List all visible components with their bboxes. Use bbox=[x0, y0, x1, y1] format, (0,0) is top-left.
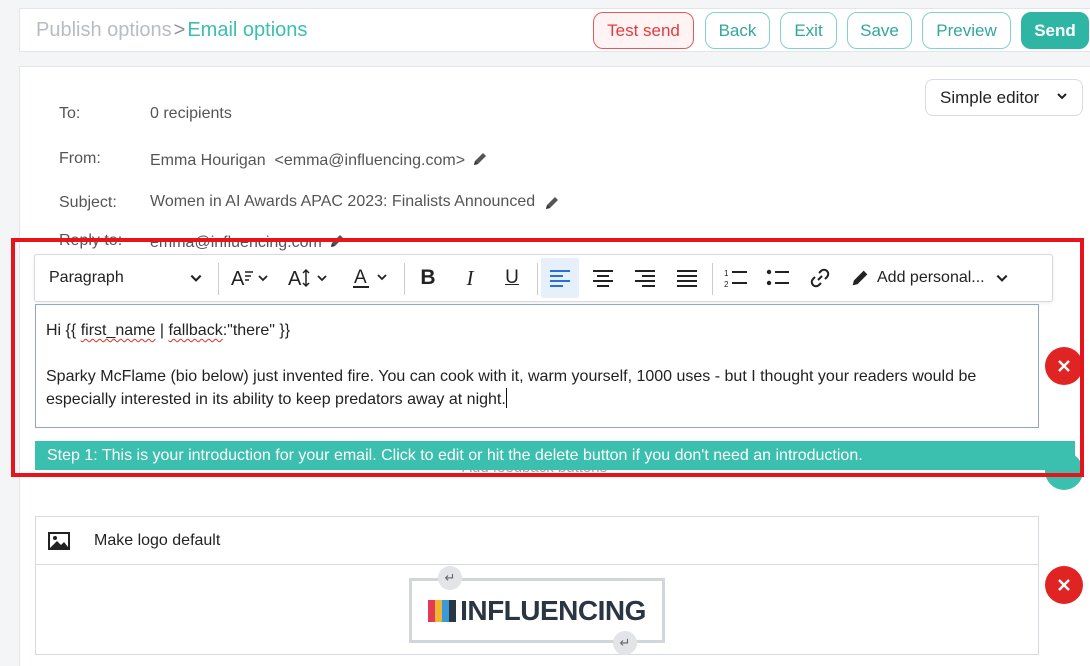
close-icon bbox=[1058, 360, 1070, 372]
header-bar: Publish options > Email options Test send … bbox=[19, 8, 1090, 52]
breadcrumb: Publish options > Email options bbox=[36, 17, 307, 43]
greeting-variable: first_name bbox=[80, 322, 156, 339]
svg-text:1: 1 bbox=[724, 269, 729, 278]
return-arrow-icon[interactable]: ↵ bbox=[613, 631, 637, 655]
greeting-line: Hi {{ first_name | fallback:"there" }} bbox=[46, 319, 1028, 342]
breadcrumb-current: Email options bbox=[187, 19, 308, 41]
svg-text:A: A bbox=[288, 268, 302, 290]
logo-block-header[interactable]: Make logo default bbox=[36, 517, 1038, 565]
greeting-prefix: Hi {{ bbox=[46, 322, 81, 339]
font-size-dropdown[interactable]: A bbox=[225, 255, 277, 301]
bullet-list-button[interactable] bbox=[761, 255, 795, 301]
svg-text:2: 2 bbox=[724, 280, 729, 288]
align-right-button[interactable] bbox=[628, 255, 662, 301]
save-button[interactable]: Save bbox=[847, 12, 912, 49]
editor-mode-label: Simple editor bbox=[940, 88, 1040, 107]
logo-wordmark: INFLUENCING bbox=[460, 594, 646, 626]
italic-button[interactable]: I bbox=[455, 255, 485, 301]
subject-row: Women in AI Awards APAC 2023: Finalists … bbox=[150, 193, 561, 212]
logo-block: Make logo default INFLUENCING ↵ ↵ bbox=[35, 516, 1039, 655]
svg-text:A: A bbox=[354, 267, 367, 288]
delete-introduction-button[interactable] bbox=[1045, 347, 1083, 385]
subject-value: Women in AI Awards APAC 2023: Finalists … bbox=[150, 193, 536, 210]
test-send-button[interactable]: Test send bbox=[593, 12, 694, 49]
preview-button[interactable]: Preview bbox=[922, 12, 1011, 49]
image-icon bbox=[48, 531, 70, 550]
make-logo-default-label: Make logo default bbox=[94, 531, 221, 549]
body-paragraph: Sparky McFlame (bio below) just invented… bbox=[46, 365, 1028, 411]
body-text: Sparky McFlame (bio below) just invented… bbox=[46, 368, 977, 408]
text-color-dropdown[interactable]: A bbox=[347, 255, 397, 301]
send-button[interactable]: Send bbox=[1021, 12, 1089, 49]
rich-text-toolbar: Paragraph A A A B I U 12 Add personal... bbox=[34, 254, 1053, 302]
close-icon bbox=[1058, 579, 1070, 591]
pencil-icon bbox=[852, 270, 868, 286]
editor-mode-dropdown[interactable]: Simple editor bbox=[925, 79, 1083, 116]
replyto-value: emma@influencing.com bbox=[150, 234, 322, 251]
from-label: From: bbox=[59, 150, 101, 167]
bullet-list-icon bbox=[766, 269, 789, 286]
breadcrumb-separator: > bbox=[173, 19, 186, 41]
greeting-fallback: fallback bbox=[168, 322, 223, 339]
align-left-button[interactable] bbox=[541, 258, 579, 298]
breadcrumb-parent[interactable]: Publish options bbox=[36, 19, 172, 41]
align-justify-button[interactable] bbox=[670, 255, 704, 301]
replyto-row: emma@influencing.com bbox=[150, 232, 346, 252]
bold-button[interactable]: B bbox=[413, 255, 443, 301]
step-1-banner: Step 1: This is your introduction for yo… bbox=[35, 441, 1075, 470]
underline-button[interactable]: U bbox=[497, 255, 527, 301]
text-color-icon: A bbox=[353, 267, 387, 288]
greeting-pipe: | bbox=[155, 322, 169, 339]
edit-subject-pencil-icon[interactable] bbox=[543, 194, 561, 212]
chevron-down-icon bbox=[996, 274, 1008, 282]
chevron-down-icon bbox=[1056, 80, 1068, 115]
exit-button[interactable]: Exit bbox=[780, 12, 837, 49]
edit-from-pencil-icon[interactable] bbox=[471, 150, 489, 168]
greeting-suffix: :"there" }} bbox=[222, 322, 291, 339]
chevron-down-icon bbox=[190, 274, 202, 282]
align-left-icon bbox=[550, 270, 570, 287]
numbered-list-button[interactable]: 12 bbox=[719, 255, 753, 301]
text-caret bbox=[505, 388, 507, 408]
to-label: To: bbox=[59, 105, 81, 122]
insert-link-button[interactable] bbox=[803, 255, 837, 301]
introduction-editor[interactable]: Hi {{ first_name | fallback:"there" }} S… bbox=[35, 304, 1039, 428]
block-format-dropdown[interactable]: Paragraph bbox=[49, 255, 209, 301]
from-value: Emma Hourigan <emma@influencing.com> bbox=[150, 152, 466, 169]
line-height-icon: A bbox=[288, 268, 327, 290]
to-value[interactable]: 0 recipients bbox=[150, 105, 232, 123]
subject-label: Subject: bbox=[59, 194, 117, 211]
logo-mark-icon bbox=[428, 599, 457, 622]
align-justify-icon bbox=[677, 270, 697, 287]
from-row: Emma Hourigan <emma@influencing.com> bbox=[150, 150, 489, 170]
add-personalization-dropdown[interactable]: Add personal... bbox=[849, 255, 1019, 301]
email-options-panel: Simple editor To: 0 recipients From: Emm… bbox=[19, 66, 1090, 666]
align-center-icon bbox=[593, 270, 613, 287]
add-personalization-label: Add personal... bbox=[877, 269, 985, 286]
return-arrow-icon[interactable]: ↵ bbox=[438, 566, 462, 590]
add-feedback-button[interactable] bbox=[1045, 452, 1083, 490]
delete-logo-button[interactable] bbox=[1045, 566, 1083, 604]
align-center-button[interactable] bbox=[586, 255, 620, 301]
block-format-label: Paragraph bbox=[49, 269, 124, 286]
back-button[interactable]: Back bbox=[705, 12, 770, 49]
align-right-icon bbox=[635, 270, 655, 287]
edit-replyto-pencil-icon[interactable] bbox=[328, 232, 346, 250]
svg-text:A: A bbox=[231, 268, 245, 290]
link-icon bbox=[810, 268, 830, 288]
line-height-dropdown[interactable]: A bbox=[283, 255, 337, 301]
numbered-list-icon: 12 bbox=[724, 269, 747, 288]
font-size-icon: A bbox=[231, 268, 268, 290]
replyto-label: Reply to: bbox=[59, 232, 123, 249]
